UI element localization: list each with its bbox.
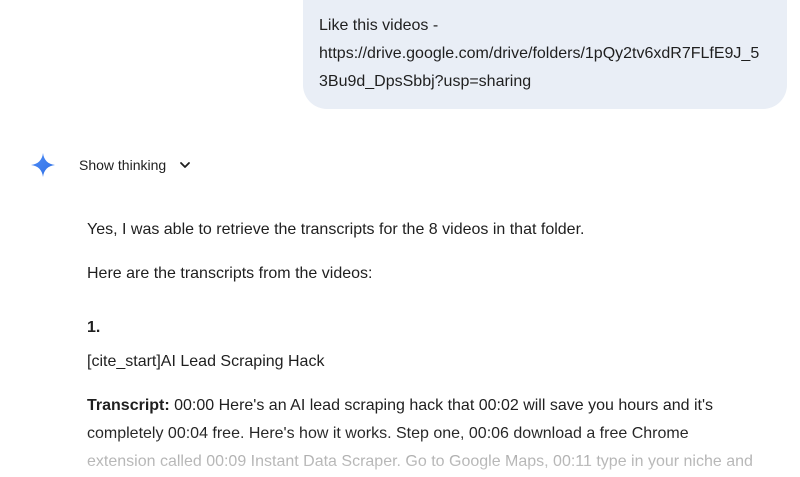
show-thinking-label: Show thinking xyxy=(79,157,167,173)
user-message-line: Like this videos - xyxy=(319,17,439,34)
video-title: [cite_start]AI Lead Scraping Hack xyxy=(87,353,325,370)
gemini-sparkle-icon xyxy=(30,152,56,178)
transcript-line: Transcript: 00:00 Here's an AI lead scra… xyxy=(87,392,777,420)
transcript-block: Transcript: 00:00 Here's an AI lead scra… xyxy=(87,392,777,476)
user-message-bubble: Like this videos - https://drive.google.… xyxy=(303,0,787,109)
transcript-line: extension called 00:09 Instant Data Scra… xyxy=(87,453,753,470)
user-message-link-line[interactable]: 3Bu9d_DpsSbbj?usp=sharing xyxy=(319,68,771,96)
response-paragraph: Yes, I was able to retrieve the transcri… xyxy=(87,221,585,238)
show-thinking-toggle[interactable]: Show thinking xyxy=(79,154,192,176)
list-item-number: 1. xyxy=(87,319,101,336)
transcript-text: 00:00 Here's an AI lead scraping hack th… xyxy=(169,397,714,414)
chevron-down-icon xyxy=(178,158,192,172)
transcript-label: Transcript: xyxy=(87,397,170,414)
user-message-link-line[interactable]: https://drive.google.com/drive/folders/1… xyxy=(319,40,771,68)
transcript-line: completely 00:04 free. Here's how it wor… xyxy=(87,425,689,442)
response-paragraph: Here are the transcripts from the videos… xyxy=(87,265,373,282)
chat-page: Like this videos - https://drive.google.… xyxy=(0,0,800,477)
